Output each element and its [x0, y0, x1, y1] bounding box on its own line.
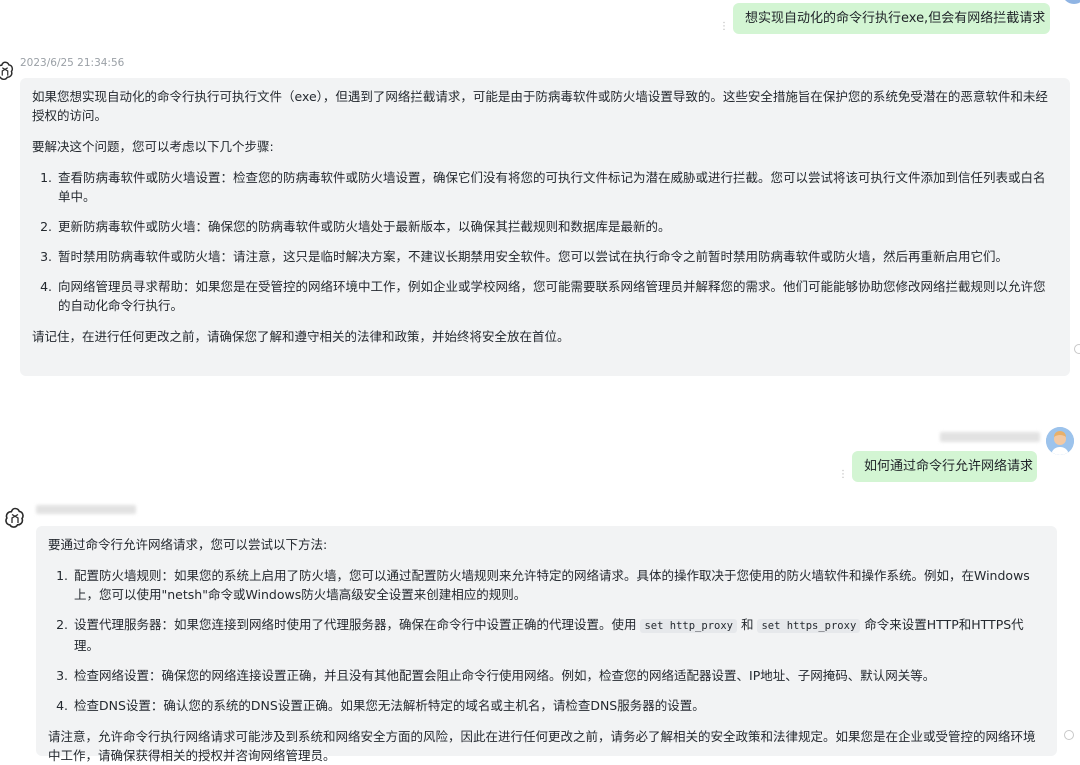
- assistant-message-1: 如果您想实现自动化的命令行执行可执行文件（exe），但遇到了网络拦截请求，可能是…: [20, 78, 1070, 376]
- user-message-1-text: 想实现自动化的命令行执行exe,但会有网络拦截请求: [745, 11, 1046, 26]
- list-item: 设置代理服务器：如果您连接到网络时使用了代理服务器，确保在命令行中设置正确的代理…: [72, 615, 1039, 655]
- timestamp-blurred: [36, 505, 136, 514]
- list-item: 查看防病毒软件或防火墙设置：检查您的防病毒软件或防火墙设置，确保它们没有将您的可…: [56, 168, 1052, 206]
- list-item: 检查网络设置：确保您的网络连接设置正确，并且没有其他配置会阻止命令行使用网络。例…: [72, 666, 1039, 685]
- list-item: 配置防火墙规则：如果您的系统上启用了防火墙，您可以通过配置防火墙规则来允许特定的…: [72, 566, 1039, 604]
- user-message-2-text: 如何通过命令行允许网络请求: [864, 459, 1034, 474]
- step2-text-b: 和: [737, 617, 758, 632]
- message-timestamp: 2023/6/25 21:34:56: [20, 57, 125, 69]
- copy-icon[interactable]: [1064, 730, 1074, 740]
- list-item: 暂时禁用防病毒软件或防火墙：请注意，这只是临时解决方案，不建议长期禁用安全软件。…: [56, 247, 1052, 266]
- user-message-1: 想实现自动化的命令行执行exe,但会有网络拦截请求: [733, 3, 1050, 34]
- assistant-message-2: 要通过命令行允许网络请求，您可以尝试以下方法: 配置防火墙规则：如果您的系统上启…: [36, 526, 1057, 763]
- more-vertical-icon[interactable]: ⋮: [719, 21, 729, 32]
- list-item: 更新防病毒软件或防火墙：确保您的防病毒软件或防火墙处于最新版本，以确保其拦截规则…: [56, 217, 1052, 236]
- openai-logo-icon: [0, 61, 14, 81]
- user-avatar-icon: [1046, 427, 1074, 455]
- assistant-message-2-closing: 请注意，允许命令行执行网络请求可能涉及到系统和网络安全方面的风险，因此在进行任何…: [48, 729, 1036, 763]
- assistant-message-1-closing: 请记住，在进行任何更改之前，请确保您了解和遵守相关的法律和政策，并始终将安全放在…: [32, 329, 570, 344]
- user-name-blurred: [940, 432, 1040, 442]
- assistant-message-1-steps: 查看防病毒软件或防火墙设置：检查您的防病毒软件或防火墙设置，确保它们没有将您的可…: [32, 168, 1052, 315]
- code-https-proxy: set https_proxy: [757, 619, 861, 633]
- list-item: 向网络管理员寻求帮助：如果您是在受管控的网络环境中工作，例如企业或学校网络，您可…: [56, 277, 1052, 315]
- code-http-proxy: set http_proxy: [640, 619, 737, 633]
- assistant-message-1-lead: 要解决这个问题，您可以考虑以下几个步骤:: [32, 139, 274, 154]
- user-avatar-top: [1062, 0, 1080, 4]
- assistant-message-2-steps: 配置防火墙规则：如果您的系统上启用了防火墙，您可以通过配置防火墙规则来允许特定的…: [48, 566, 1039, 715]
- step2-text-a: 设置代理服务器：如果您连接到网络时使用了代理服务器，确保在命令行中设置正确的代理…: [74, 617, 641, 632]
- copy-icon[interactable]: [1074, 344, 1080, 354]
- more-vertical-icon[interactable]: ⋮: [838, 469, 848, 480]
- assistant-message-2-intro: 要通过命令行允许网络请求，您可以尝试以下方法:: [48, 537, 328, 552]
- user-message-2: 如何通过命令行允许网络请求: [852, 451, 1037, 482]
- assistant-message-1-intro: 如果您想实现自动化的命令行执行可执行文件（exe），但遇到了网络拦截请求，可能是…: [32, 89, 1048, 123]
- list-item: 检查DNS设置：确认您的系统的DNS设置正确。如果您无法解析特定的域名或主机名，…: [72, 696, 1039, 715]
- openai-logo-icon: [5, 507, 24, 528]
